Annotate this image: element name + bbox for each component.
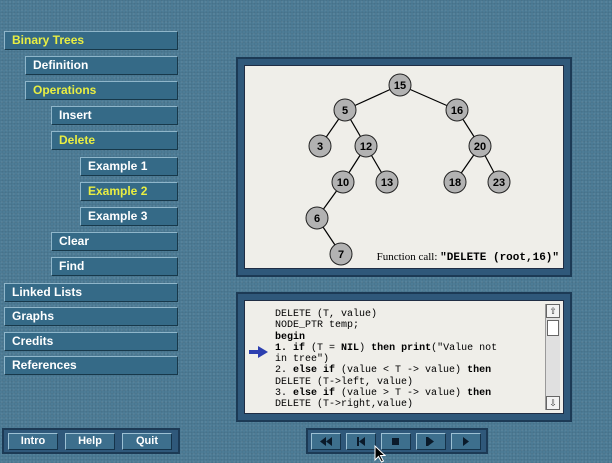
code-line: NODE_PTR temp; xyxy=(275,320,360,332)
code-token: NIL xyxy=(341,342,360,354)
playback-bar xyxy=(306,428,488,454)
nav-operations[interactable]: Operations xyxy=(25,81,178,100)
nav-find[interactable]: Find xyxy=(51,257,178,276)
step-back-button[interactable] xyxy=(346,433,376,450)
nav-clear[interactable]: Clear xyxy=(51,232,178,251)
tree-node-label: 18 xyxy=(449,177,461,189)
nav-linked-lists[interactable]: Linked Lists xyxy=(4,283,178,302)
code-token: ) xyxy=(359,342,372,354)
nav-definition[interactable]: Definition xyxy=(25,56,178,75)
quit-button[interactable]: Quit xyxy=(122,433,172,450)
code-line: DELETE (T->left, value) xyxy=(275,376,414,388)
tree-node-label: 7 xyxy=(338,249,344,261)
scroll-down-icon[interactable]: ⇩ xyxy=(546,396,560,410)
tree-node-label: 5 xyxy=(342,105,348,117)
code-line: 2. else if (value < T -> value) then xyxy=(275,365,541,376)
code-token: if xyxy=(293,342,306,354)
code-token: (value > T -> value) xyxy=(335,388,468,400)
step-back-icon xyxy=(357,437,365,446)
code-token: ("Value not xyxy=(431,342,498,354)
stop-icon xyxy=(392,438,399,445)
footer-bar: Intro Help Quit xyxy=(2,428,180,454)
code-line-current: 1. if (T = NIL) then print("Value not xyxy=(275,343,541,354)
code-token: 3. xyxy=(275,388,294,400)
tree-node: 23 xyxy=(487,170,511,194)
nav-graphs[interactable]: Graphs xyxy=(4,307,178,326)
code-line: DELETE (T, value) xyxy=(275,309,378,320)
nav-credits[interactable]: Credits xyxy=(4,332,178,351)
function-call-caption: Function call: "DELETE (root,16)" xyxy=(377,251,559,264)
tree-node-label: 6 xyxy=(314,213,320,225)
code-token: else if xyxy=(293,388,336,400)
tree-node-label: 20 xyxy=(474,141,486,153)
tree-node: 13 xyxy=(375,170,399,194)
tree-panel: 15 5 16 3 12 20 10 13 18 23 6 7 Function call: "DEL… xyxy=(236,57,572,277)
nav-example-1[interactable]: Example 1 xyxy=(80,157,178,176)
tree-node: 20 xyxy=(468,134,492,158)
tree-node-label: 16 xyxy=(451,105,463,117)
tree-node-label: 3 xyxy=(317,141,323,153)
intro-button[interactable]: Intro xyxy=(8,433,58,450)
scroll-thumb[interactable] xyxy=(547,320,559,336)
mouse-cursor-icon xyxy=(374,445,386,463)
tree-node-label: 10 xyxy=(337,177,349,189)
tree-node-label: 15 xyxy=(394,80,406,92)
tree-node-label: 12 xyxy=(360,141,372,153)
code-token: (T = xyxy=(305,342,342,354)
rewind-icon xyxy=(320,437,332,446)
code-token: 1. xyxy=(275,342,294,354)
step-forward-button[interactable] xyxy=(416,433,446,450)
code-scrollbar[interactable]: ⇧ ⇩ xyxy=(545,304,560,410)
tree-node: 16 xyxy=(445,98,469,122)
code-token: (value < T -> value) xyxy=(335,365,468,377)
play-button[interactable] xyxy=(451,433,481,450)
code-line: begin xyxy=(275,331,306,343)
tree-node: 15 xyxy=(388,73,412,97)
code-panel: DELETE (T, value) NODE_PTR temp; begin 1. i… xyxy=(236,292,572,422)
tree-canvas: 15 5 16 3 12 20 10 13 18 23 6 7 Function call: "DEL… xyxy=(244,65,564,269)
caption-prefix: Function call: xyxy=(376,251,441,263)
pseudocode: DELETE (T, value) NODE_PTR temp; begin 1. i… xyxy=(275,309,541,411)
help-button[interactable]: Help xyxy=(65,433,115,450)
tree-node: 3 xyxy=(308,134,332,158)
step-forward-icon xyxy=(426,437,434,446)
code-line: DELETE (T->right,value) xyxy=(275,399,414,411)
tree-node-label: 13 xyxy=(381,177,393,189)
code-token: 2. xyxy=(275,365,294,377)
tree-node: 12 xyxy=(354,134,378,158)
current-line-arrow-icon xyxy=(249,346,268,358)
nav-references[interactable]: References xyxy=(4,356,178,375)
tree-node: 6 xyxy=(305,206,329,230)
code-token: else if xyxy=(293,365,336,377)
play-icon xyxy=(463,437,469,446)
caption-call: "DELETE (root,16)" xyxy=(440,252,559,264)
tree-node: 10 xyxy=(331,170,355,194)
tree-node: 7 xyxy=(329,242,353,266)
tree-node-label: 23 xyxy=(493,177,505,189)
nav-insert[interactable]: Insert xyxy=(51,106,178,125)
nav-example-3[interactable]: Example 3 xyxy=(80,207,178,226)
nav-binary-trees[interactable]: Binary Trees xyxy=(4,31,178,50)
tree-diagram: 15 5 16 3 12 20 10 13 18 23 6 7 xyxy=(305,73,511,266)
code-token: then xyxy=(467,388,492,400)
scroll-up-icon[interactable]: ⇧ xyxy=(546,304,560,318)
tree-node: 5 xyxy=(333,98,357,122)
code-token: then xyxy=(467,365,492,377)
code-line: in tree") xyxy=(275,354,330,366)
tree-node: 18 xyxy=(443,170,467,194)
nav-example-2[interactable]: Example 2 xyxy=(80,182,178,201)
code-view: DELETE (T, value) NODE_PTR temp; begin 1. i… xyxy=(244,300,564,414)
rewind-button[interactable] xyxy=(311,433,341,450)
code-line: 3. else if (value > T -> value) then xyxy=(275,388,541,399)
nav-delete[interactable]: Delete xyxy=(51,131,178,150)
code-token: then print xyxy=(371,342,432,354)
